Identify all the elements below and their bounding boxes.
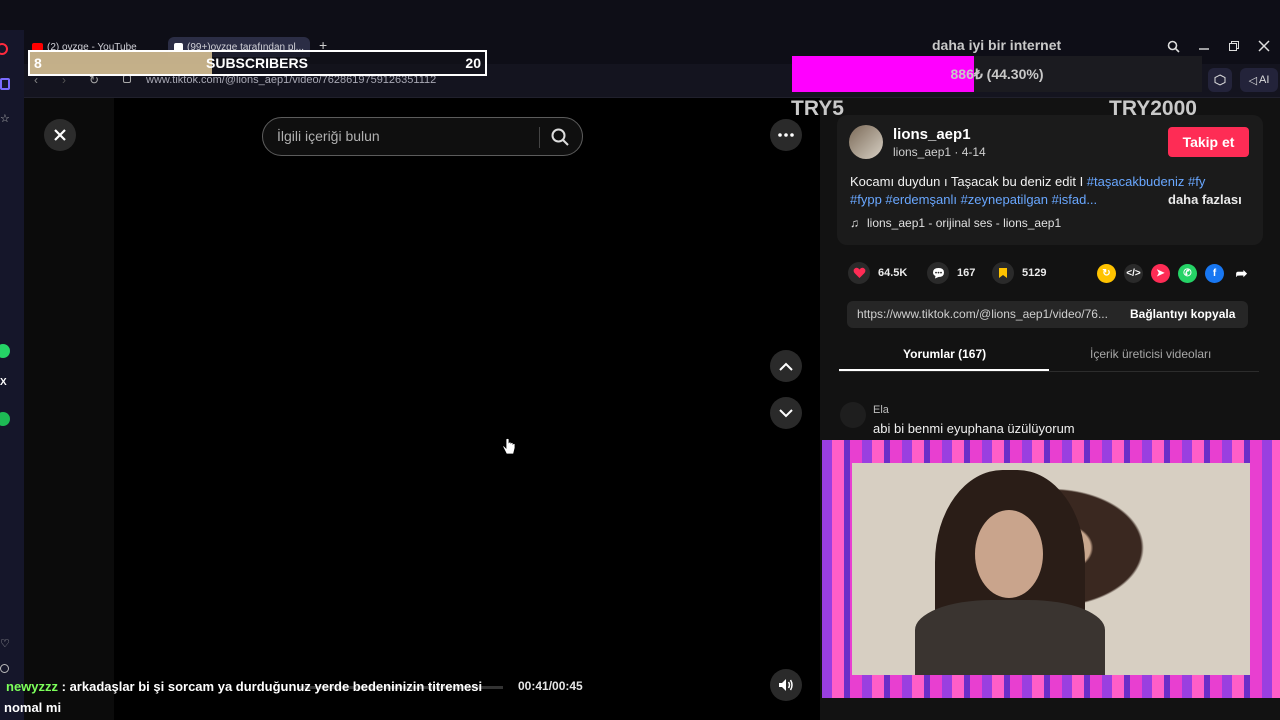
share-arrow-icon[interactable]: ➦ bbox=[1232, 264, 1251, 283]
history-icon[interactable] bbox=[0, 664, 9, 673]
copy-link-button[interactable]: Bağlantıyı kopyala bbox=[1130, 307, 1235, 321]
spotify-icon[interactable] bbox=[0, 412, 10, 426]
close-video-button[interactable] bbox=[44, 119, 76, 151]
home-icon[interactable] bbox=[0, 78, 10, 90]
webcam-person-face bbox=[975, 510, 1043, 598]
music-label: lions_aep1 - orijinal ses - lions_aep1 bbox=[867, 216, 1062, 230]
video-left-margin bbox=[24, 98, 114, 720]
subs-current: 8 bbox=[34, 55, 42, 71]
link-box: https://www.tiktok.com/@lions_aep1/video… bbox=[847, 301, 1248, 328]
post-handle-date: lions_aep1 · 4-14 bbox=[893, 145, 986, 159]
save-count: 5129 bbox=[1022, 267, 1047, 279]
search-bar[interactable]: İlgili içeriği bulun bbox=[262, 117, 583, 156]
hashtags-line1[interactable]: #taşacakbudeniz #fy bbox=[1087, 174, 1206, 189]
browser-sidebar: ☆ X ♡ bbox=[0, 30, 24, 720]
donation-goal-title: daha iyi bir internet bbox=[932, 37, 1062, 53]
comment-icon bbox=[932, 268, 944, 279]
search-divider bbox=[539, 127, 540, 148]
ellipsis-icon bbox=[778, 133, 794, 137]
opera-icon[interactable] bbox=[0, 43, 8, 55]
comment-avatar[interactable] bbox=[840, 402, 866, 428]
save-button[interactable]: 5129 bbox=[992, 262, 1046, 284]
chevron-up-icon bbox=[779, 362, 793, 371]
close-window-icon[interactable] bbox=[1255, 38, 1273, 54]
ai-icon: ◁ bbox=[1248, 74, 1258, 87]
chat-message-continued: nomal mi bbox=[4, 700, 62, 715]
star-icon[interactable]: ☆ bbox=[0, 112, 10, 125]
music-link[interactable]: ♫ lions_aep1 - orijinal ses - lions_aep1 bbox=[850, 216, 1061, 230]
follow-button[interactable]: Takip et bbox=[1168, 127, 1249, 157]
more-options-button[interactable] bbox=[770, 119, 802, 151]
tab-creator-videos[interactable]: İçerik üreticisi videoları bbox=[1090, 347, 1211, 361]
chat-message: newyzzz : arkadaşlar bi şi sorcam ya dur… bbox=[6, 679, 482, 694]
comment-username[interactable]: Ela bbox=[873, 404, 889, 416]
volume-icon bbox=[779, 679, 793, 691]
video-player[interactable] bbox=[24, 98, 732, 720]
video-time: 00:41/00:45 bbox=[518, 679, 583, 693]
search-icon[interactable] bbox=[550, 127, 570, 147]
music-note-icon: ♫ bbox=[850, 216, 859, 230]
lock-icon bbox=[123, 75, 131, 83]
hand-cursor-icon bbox=[502, 438, 516, 456]
comment-button[interactable]: 167 bbox=[927, 262, 975, 284]
hashtags-line2[interactable]: #fypp #erdemşanlı #zeynepatilgan #isfad.… bbox=[850, 192, 1097, 207]
donation-goal-text: 886₺ (44.30%) bbox=[950, 66, 1044, 82]
tab-comments[interactable]: Yorumlar (167) bbox=[903, 347, 986, 361]
minimize-icon[interactable] bbox=[1195, 38, 1213, 54]
chat-username: newyzzz bbox=[6, 679, 59, 694]
previous-video-button[interactable] bbox=[770, 350, 802, 382]
donation-min-label: TRY5 bbox=[791, 97, 844, 120]
tab-divider bbox=[839, 371, 1259, 372]
x-icon[interactable]: X bbox=[0, 377, 7, 388]
caption-text: Kocamı duydun ı Taşacak bu deniz edit I bbox=[850, 174, 1087, 189]
like-button[interactable]: 64.5K bbox=[848, 262, 907, 284]
avatar[interactable] bbox=[849, 125, 883, 159]
facebook-icon[interactable]: f bbox=[1205, 264, 1224, 283]
comment-count: 167 bbox=[957, 267, 976, 279]
repost-icon[interactable]: ↻ bbox=[1097, 264, 1116, 283]
next-video-button[interactable] bbox=[770, 397, 802, 429]
see-more-link[interactable]: daha fazlası bbox=[1168, 192, 1242, 207]
restore-icon[interactable] bbox=[1225, 38, 1243, 54]
extension-icon[interactable] bbox=[1208, 68, 1232, 92]
close-icon bbox=[54, 129, 66, 141]
bookmark-icon bbox=[999, 268, 1007, 278]
webcam-person-body bbox=[915, 600, 1105, 675]
ai-button[interactable]: ◁ AI bbox=[1240, 68, 1278, 92]
whatsapp-icon[interactable] bbox=[0, 344, 10, 358]
donation-max-label: TRY2000 bbox=[1109, 97, 1197, 120]
active-tab-indicator bbox=[839, 369, 1049, 371]
search-input[interactable]: İlgili içeriği bulun bbox=[277, 128, 380, 144]
volume-button[interactable] bbox=[770, 669, 802, 701]
subs-label: SUBSCRIBERS bbox=[206, 55, 308, 71]
ai-label: AI bbox=[1259, 74, 1270, 86]
subscriber-goal-fill bbox=[30, 52, 212, 74]
chat-text: : arkadaşlar bi şi sorcam ya durduğunuz … bbox=[58, 679, 483, 694]
like-count: 64.5K bbox=[878, 267, 908, 279]
subscriber-goal-bar: 8 SUBSCRIBERS 20 bbox=[28, 50, 487, 76]
heart-outline-icon[interactable]: ♡ bbox=[0, 637, 10, 650]
whatsapp-share-icon[interactable]: ✆ bbox=[1178, 264, 1197, 283]
chevron-down-icon bbox=[779, 408, 793, 417]
send-icon[interactable]: ➤ bbox=[1151, 264, 1170, 283]
heart-icon bbox=[853, 267, 865, 278]
post-link-field[interactable]: https://www.tiktok.com/@lions_aep1/video… bbox=[857, 307, 1108, 321]
donation-goal-bar: 886₺ (44.30%) bbox=[792, 56, 1202, 92]
search-tabs-icon[interactable] bbox=[1164, 38, 1182, 54]
embed-icon[interactable]: </> bbox=[1124, 264, 1143, 283]
comment-text: abi bi benmi eyuphana üzülüyorum bbox=[873, 421, 1075, 436]
username[interactable]: lions_aep1 bbox=[893, 126, 971, 143]
subs-goal: 20 bbox=[465, 55, 481, 71]
